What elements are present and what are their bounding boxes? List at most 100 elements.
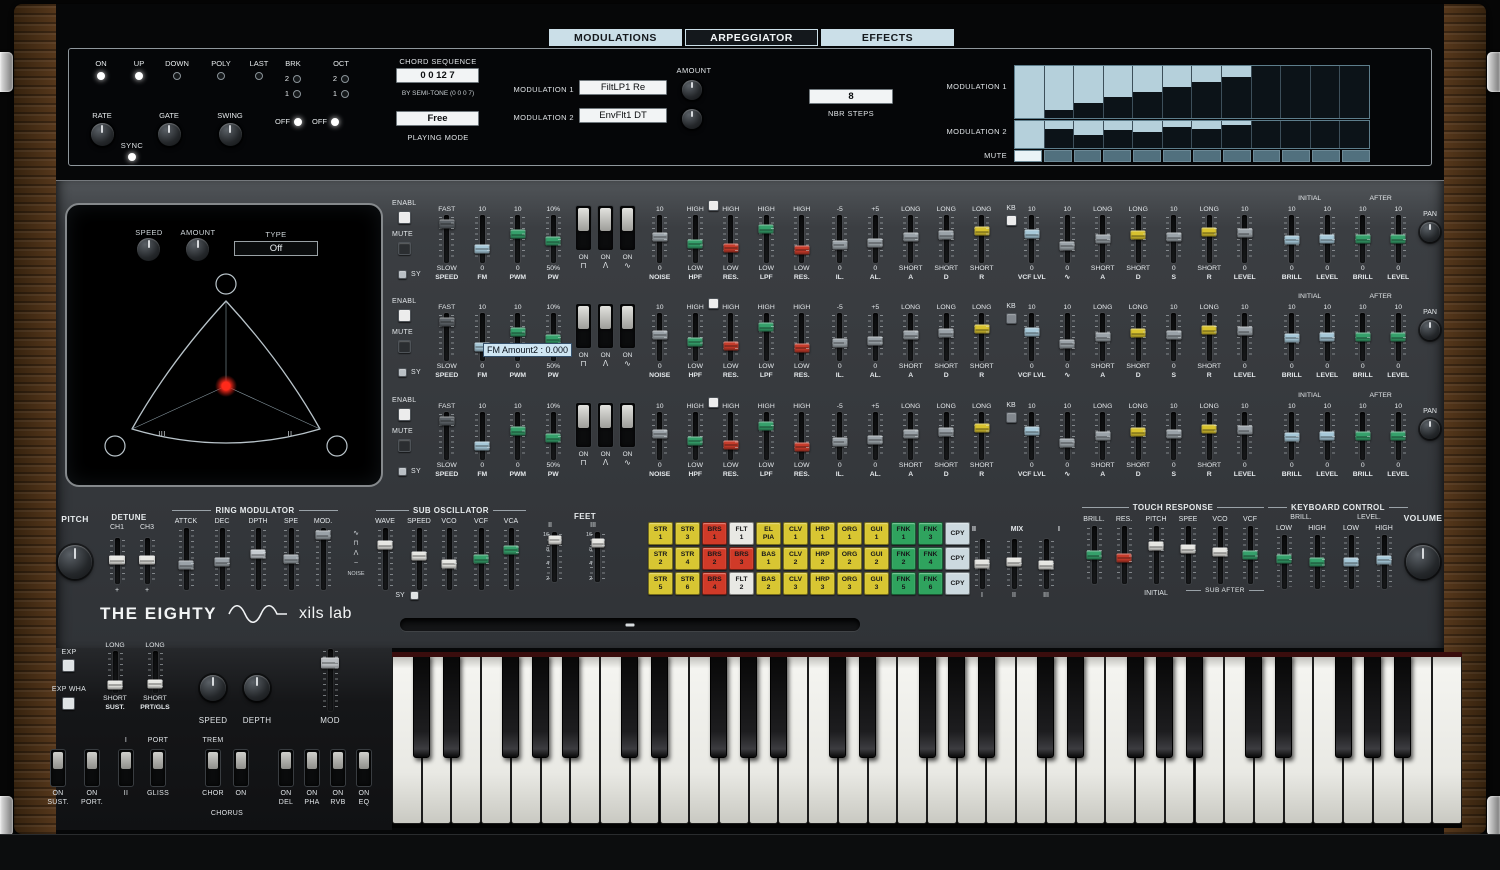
slider-pw[interactable]: 10%50%PW <box>536 205 572 282</box>
slider-brill[interactable]: 100BRILL <box>1274 402 1310 479</box>
slider-track[interactable] <box>728 215 733 263</box>
slider-cap[interactable] <box>832 240 847 249</box>
slider-r[interactable]: LONGSHORTR <box>1192 402 1228 479</box>
preset-clv-2[interactable]: CLV2 <box>783 547 808 570</box>
slider-level[interactable]: 100LEVEL <box>1227 205 1263 282</box>
slider-track[interactable] <box>515 412 520 460</box>
step-1[interactable] <box>1015 121 1045 148</box>
slider-cap[interactable] <box>868 435 883 444</box>
slider-cap[interactable] <box>974 325 989 334</box>
depth-knob[interactable] <box>244 675 270 701</box>
slider-track[interactable] <box>728 313 733 361</box>
slider-il[interactable]: -50IL. <box>822 402 858 479</box>
slider-track[interactable] <box>595 532 600 582</box>
slider-cap[interactable] <box>316 531 331 540</box>
slider-spee[interactable]: SPEE <box>1170 515 1206 585</box>
slider-track[interactable] <box>551 215 556 263</box>
slider-cap[interactable] <box>903 331 918 340</box>
modulation2-value[interactable]: EnvFlt1 DT <box>579 108 667 123</box>
preset-hrp-3[interactable]: HRP3 <box>810 572 835 595</box>
slider-cap[interactable] <box>1391 333 1406 342</box>
slider-track[interactable] <box>944 215 949 263</box>
slider-cap[interactable] <box>759 323 774 332</box>
pan-knob[interactable] <box>1420 419 1440 439</box>
slider-res[interactable]: HIGHLOWRES. <box>713 205 749 282</box>
slider-s[interactable]: 100S <box>1156 402 1192 479</box>
waveform-rocker[interactable] <box>575 402 592 448</box>
slider-cap[interactable] <box>1087 551 1102 560</box>
slider-track[interactable] <box>1029 215 1034 263</box>
pitch-knob[interactable] <box>58 545 92 579</box>
slider-sust[interactable]: LONGSHORTSUST. <box>96 641 134 712</box>
slider-level[interactable]: 100LEVEL <box>1227 303 1263 380</box>
slider-track[interactable] <box>479 528 484 590</box>
slider-vcf[interactable]: VCF <box>1232 515 1268 585</box>
preset-bas-1[interactable]: BAS1 <box>756 547 781 570</box>
arp-toggle-poly[interactable]: POLY <box>204 59 238 80</box>
waveform-rocker[interactable] <box>597 402 614 448</box>
switch-chor[interactable] <box>205 749 221 787</box>
slider-cap[interactable] <box>939 329 954 338</box>
slider-cap[interactable] <box>723 243 738 252</box>
mute-step-1[interactable] <box>1014 150 1042 162</box>
slider-cap[interactable] <box>723 440 738 449</box>
slider-cap[interactable] <box>1060 241 1075 250</box>
slider-cap[interactable] <box>1060 339 1075 348</box>
slider-detune-ch1[interactable] <box>107 537 127 585</box>
step-3[interactable] <box>1074 66 1104 118</box>
slider-fm[interactable]: 100FM <box>465 205 501 282</box>
slider-track[interactable] <box>1171 215 1176 263</box>
slider-d[interactable]: LONGSHORTD <box>1121 205 1157 282</box>
slider-res[interactable]: RES. <box>1106 515 1142 585</box>
mute-step-12[interactable] <box>1342 150 1370 162</box>
slider-cap[interactable] <box>1213 548 1228 557</box>
step-2[interactable] <box>1045 121 1075 148</box>
slider-cap[interactable] <box>1344 558 1359 567</box>
slider-track[interactable] <box>444 412 449 460</box>
slider-s[interactable]: 100S <box>1156 303 1192 380</box>
mute-step-6[interactable] <box>1163 150 1191 162</box>
slider-r[interactable]: LONGSHORTR <box>964 205 1000 282</box>
preset-brs-1[interactable]: BRS1 <box>702 522 727 545</box>
preset-str-4[interactable]: STR4 <box>675 547 700 570</box>
slider-cap[interactable] <box>903 430 918 439</box>
slider-cap[interactable] <box>939 231 954 240</box>
slider-hpf[interactable]: HIGHLOWHPF <box>678 402 714 479</box>
step-1[interactable] <box>1015 66 1045 118</box>
slider-mix-ii[interactable] <box>1004 538 1024 590</box>
slider-track[interactable] <box>1065 313 1070 361</box>
preset-gui-3[interactable]: GUI3 <box>864 572 889 595</box>
slider-track[interactable] <box>1282 535 1287 589</box>
exp-wha-checkbox[interactable] <box>62 697 75 710</box>
slider-cap[interactable] <box>215 558 230 567</box>
slider-track[interactable] <box>1044 539 1049 589</box>
black-key[interactable] <box>413 654 430 758</box>
slider-cap[interactable] <box>148 679 163 688</box>
arp-toggle-on[interactable]: ON <box>84 59 118 80</box>
waveform-rocker[interactable] <box>619 303 636 349</box>
slider-a[interactable]: LONGSHORTA <box>1085 205 1121 282</box>
slider-track[interactable] <box>728 412 733 460</box>
slider-track[interactable] <box>184 528 189 590</box>
slider-pwm[interactable]: 100PWM <box>500 303 536 380</box>
slider-track[interactable] <box>693 215 698 263</box>
slider-track[interactable] <box>873 215 878 263</box>
slider-track[interactable] <box>1122 526 1127 584</box>
slider-cap[interactable] <box>546 434 561 443</box>
knob-gate[interactable] <box>158 123 181 146</box>
slider-a[interactable]: LONGSHORTA <box>893 303 929 380</box>
mute-checkbox[interactable] <box>398 439 411 452</box>
black-key[interactable] <box>1037 654 1054 758</box>
slider-cap[interactable] <box>442 559 457 568</box>
slider-track[interactable] <box>764 215 769 263</box>
pan-knob[interactable] <box>1420 222 1440 242</box>
preset-str-5[interactable]: STR5 <box>648 572 673 595</box>
slider-track[interactable] <box>552 532 557 582</box>
black-key[interactable] <box>770 654 787 758</box>
slider-res[interactable]: HIGHLOWRES. <box>784 303 820 380</box>
slider-track[interactable] <box>1242 412 1247 460</box>
slider-cap[interactable] <box>1391 235 1406 244</box>
waveform-rocker[interactable] <box>619 402 636 448</box>
slider-track[interactable] <box>1242 313 1247 361</box>
slider-high[interactable]: HIGH <box>1299 524 1335 590</box>
